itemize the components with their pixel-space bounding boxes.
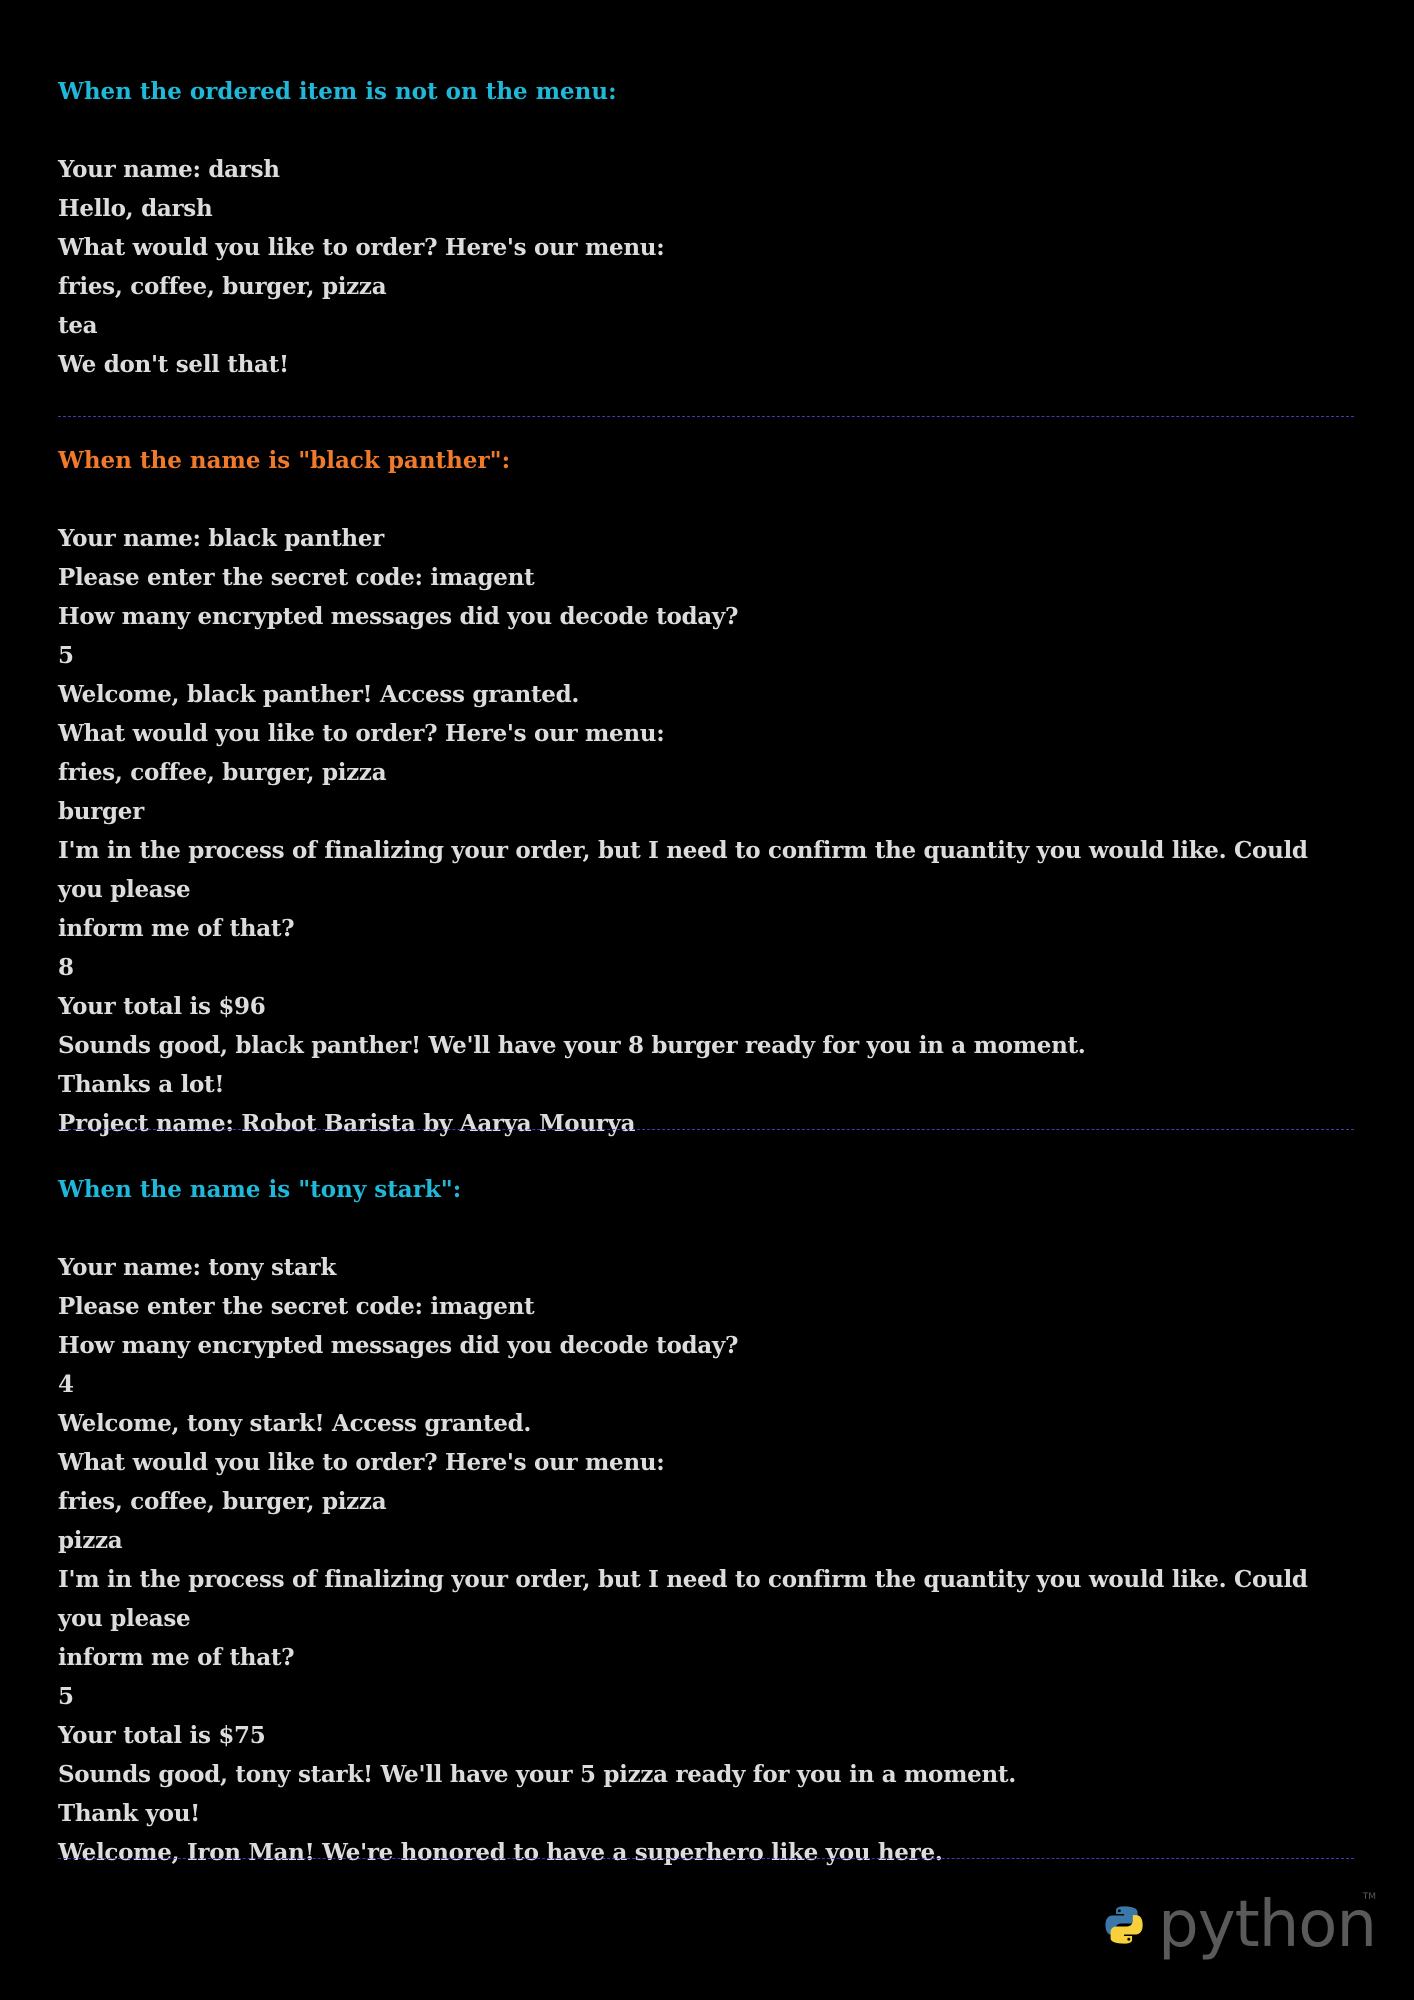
output-line: What would you like to order? Here's our… — [58, 1449, 665, 1476]
output-line: I'm in the process of finalizing your or… — [58, 837, 1308, 903]
output-lines: Your name: darsh Hello, darsh What would… — [58, 150, 1354, 384]
output-line: Your total is $96 — [58, 993, 266, 1020]
output-line: 4 — [58, 1371, 74, 1398]
output-line: Sounds good, black panther! We'll have y… — [58, 1032, 1086, 1059]
output-line: tea — [58, 312, 98, 339]
output-line: Your name: black panther — [58, 525, 384, 552]
output-line: fries, coffee, burger, pizza — [58, 273, 387, 300]
section-divider — [58, 1129, 1354, 1130]
output-line: Your name: tony stark — [58, 1254, 336, 1281]
output-line: Hello, darsh — [58, 195, 213, 222]
output-lines: Your name: black panther Please enter th… — [58, 519, 1354, 1143]
section-not-on-menu: When the ordered item is not on the menu… — [58, 72, 1354, 384]
output-line: Welcome, Iron Man! We're honored to have… — [58, 1839, 943, 1866]
output-line: inform me of that? — [58, 1644, 295, 1671]
python-wordmark: python — [1158, 1888, 1377, 1962]
output-line: How many encrypted messages did you deco… — [58, 1332, 739, 1359]
output-line: How many encrypted messages did you deco… — [58, 603, 739, 630]
trademark-mark: TM — [1362, 1892, 1376, 1902]
output-line: What would you like to order? Here's our… — [58, 720, 665, 747]
output-line: 5 — [58, 642, 74, 669]
output-line: Please enter the secret code: imagent — [58, 564, 535, 591]
output-line: Your total is $75 — [58, 1722, 266, 1749]
output-line: 5 — [58, 1683, 74, 1710]
output-line: pizza — [58, 1527, 123, 1554]
output-line: Welcome, black panther! Access granted. — [58, 681, 580, 708]
python-logo-icon — [1105, 1906, 1143, 1944]
output-line: burger — [58, 798, 144, 825]
section-heading: When the ordered item is not on the menu… — [58, 78, 617, 105]
output-line: 8 — [58, 954, 74, 981]
output-line: Thank you! — [58, 1800, 200, 1827]
section-tony-stark: When the name is "tony stark": Your name… — [58, 1170, 1354, 1872]
output-line: Your name: darsh — [58, 156, 280, 183]
output-line: What would you like to order? Here's our… — [58, 234, 665, 261]
output-line: Welcome, tony stark! Access granted. — [58, 1410, 532, 1437]
output-line: fries, coffee, burger, pizza — [58, 1488, 387, 1515]
output-line: Sounds good, tony stark! We'll have your… — [58, 1761, 1016, 1788]
output-line: I'm in the process of finalizing your or… — [58, 1566, 1308, 1632]
python-logo: python TM — [1104, 1880, 1377, 1970]
output-line: inform me of that? — [58, 915, 295, 942]
section-black-panther: When the name is "black panther": Your n… — [58, 441, 1354, 1143]
output-line: Project name: Robot Barista by Aarya Mou… — [58, 1110, 636, 1137]
section-heading: When the name is "tony stark": — [58, 1176, 462, 1203]
output-line: Please enter the secret code: imagent — [58, 1293, 535, 1320]
section-divider — [58, 416, 1354, 417]
output-line: fries, coffee, burger, pizza — [58, 759, 387, 786]
output-line: We don't sell that! — [58, 351, 289, 378]
output-lines: Your name: tony stark Please enter the s… — [58, 1248, 1354, 1872]
section-divider — [58, 1858, 1354, 1859]
section-heading: When the name is "black panther": — [58, 447, 511, 474]
output-line: Thanks a lot! — [58, 1071, 225, 1098]
